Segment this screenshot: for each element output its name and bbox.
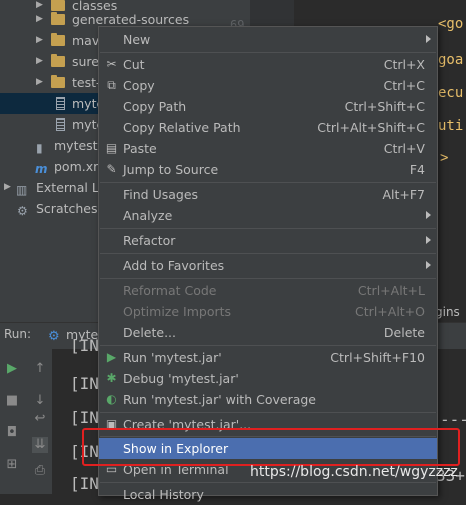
console-line: [IN <box>70 408 99 427</box>
menu-item-debug[interactable]: ✱ Debug 'mytest.jar' <box>99 368 437 389</box>
folder-icon <box>51 33 65 46</box>
pencil-icon: ✎ <box>106 162 117 176</box>
context-menu: New ✂ Cut Ctrl+X ⧉ Copy Ctrl+C Copy Path… <box>98 26 438 502</box>
chevron-right-icon[interactable]: ▶ <box>36 9 43 30</box>
menu-item-optimize-imports[interactable]: Optimize Imports Ctrl+Alt+O <box>99 301 437 322</box>
rerun-icon[interactable]: ▶ <box>4 361 20 377</box>
folder-icon <box>51 54 65 67</box>
menu-item-new[interactable]: New <box>99 29 437 50</box>
code-line: goa <box>438 52 464 68</box>
code-line: <go <box>438 16 464 32</box>
menu-separator <box>100 345 436 346</box>
scroll-to-end-icon[interactable]: ⇊ <box>32 437 48 453</box>
scissors-icon: ✂ <box>106 57 117 71</box>
coverage-icon: ◐ <box>106 392 117 406</box>
submenu-arrow-icon <box>426 35 431 43</box>
watermark: https://blog.csdn.net/wgyzzzz <box>250 464 458 480</box>
menu-separator <box>100 52 436 53</box>
menu-item-paste[interactable]: ▤ Paste Ctrl+V <box>99 138 437 159</box>
code-line: > <box>440 150 449 166</box>
menu-item-jump-to-source[interactable]: ✎ Jump to Source F4 <box>99 159 437 180</box>
debug-icon: ✱ <box>106 371 117 385</box>
menu-item-analyze[interactable]: Analyze <box>99 205 437 226</box>
submenu-arrow-icon <box>426 236 431 244</box>
chevron-right-icon[interactable]: ▶ <box>36 51 43 72</box>
menu-item-add-to-favorites[interactable]: Add to Favorites <box>99 255 437 276</box>
submenu-arrow-icon <box>426 211 431 219</box>
menu-item-run-with-coverage[interactable]: ◐ Run 'mytest.jar' with Coverage <box>99 389 437 410</box>
menu-separator <box>100 482 436 483</box>
menu-separator <box>100 412 436 413</box>
menu-item-reformat-code[interactable]: Reformat Code Ctrl+Alt+L <box>99 280 437 301</box>
wrap-icon[interactable]: ↩ <box>32 411 48 427</box>
clipboard-icon: ▤ <box>105 141 118 155</box>
chevron-right-icon[interactable]: ▶ <box>4 177 11 198</box>
tool-window-label[interactable]: gins <box>435 305 460 319</box>
chevron-right-icon[interactable]: ▶ <box>36 72 43 93</box>
console-line: [IN <box>70 374 99 393</box>
folder-icon <box>51 12 65 25</box>
jar-file-icon <box>56 118 65 131</box>
menu-item-cut[interactable]: ✂ Cut Ctrl+X <box>99 54 437 75</box>
up-icon[interactable]: ↑ <box>32 361 48 377</box>
annotation-highlight-box <box>82 428 460 466</box>
copy-icon: ⧉ <box>107 78 116 92</box>
menu-item-run[interactable]: ▶ Run 'mytest.jar' Ctrl+Shift+F10 <box>99 347 437 368</box>
menu-item-local-history[interactable]: Local History <box>99 484 437 505</box>
menu-separator <box>100 253 436 254</box>
stop-icon[interactable]: ■ <box>4 393 20 409</box>
menu-item-find-usages[interactable]: Find Usages Alt+F7 <box>99 184 437 205</box>
code-line: ecu <box>438 85 464 101</box>
gear-icon[interactable]: ⚙ <box>48 329 60 344</box>
folder-icon <box>51 75 65 88</box>
chevron-right-icon[interactable]: ▶ <box>36 30 43 51</box>
menu-separator <box>100 278 436 279</box>
run-panel-label: Run: <box>4 327 32 341</box>
menu-item-copy-path[interactable]: Copy Path Ctrl+Shift+C <box>99 96 437 117</box>
code-line: uti <box>438 118 464 134</box>
scratches-icon: ⚙ <box>17 204 28 218</box>
run-toolbar: ▶ ↑ ■ ↓ ↩ ◘ ⇊ ⊞ ⎙ <box>0 349 52 494</box>
menu-item-delete[interactable]: Delete... Delete <box>99 322 437 343</box>
menu-item-refactor[interactable]: Refactor <box>99 230 437 251</box>
menu-item-copy-relative-path[interactable]: Copy Relative Path Ctrl+Alt+Shift+C <box>99 117 437 138</box>
console-line-tail: --- <box>440 410 466 429</box>
menu-item-copy[interactable]: ⧉ Copy Ctrl+C <box>99 75 437 96</box>
menu-separator <box>100 228 436 229</box>
pin-icon[interactable]: ⊞ <box>4 457 20 473</box>
down-icon[interactable]: ↓ <box>32 393 48 409</box>
run-icon: ▶ <box>106 350 117 364</box>
console-line: [IN <box>70 474 99 493</box>
camera-icon[interactable]: ◘ <box>4 425 20 441</box>
console-line: [IN <box>70 336 99 355</box>
print-icon[interactable]: ⎙ <box>32 463 48 479</box>
jar-file-icon <box>56 97 65 110</box>
submenu-arrow-icon <box>426 261 431 269</box>
menu-separator <box>100 182 436 183</box>
